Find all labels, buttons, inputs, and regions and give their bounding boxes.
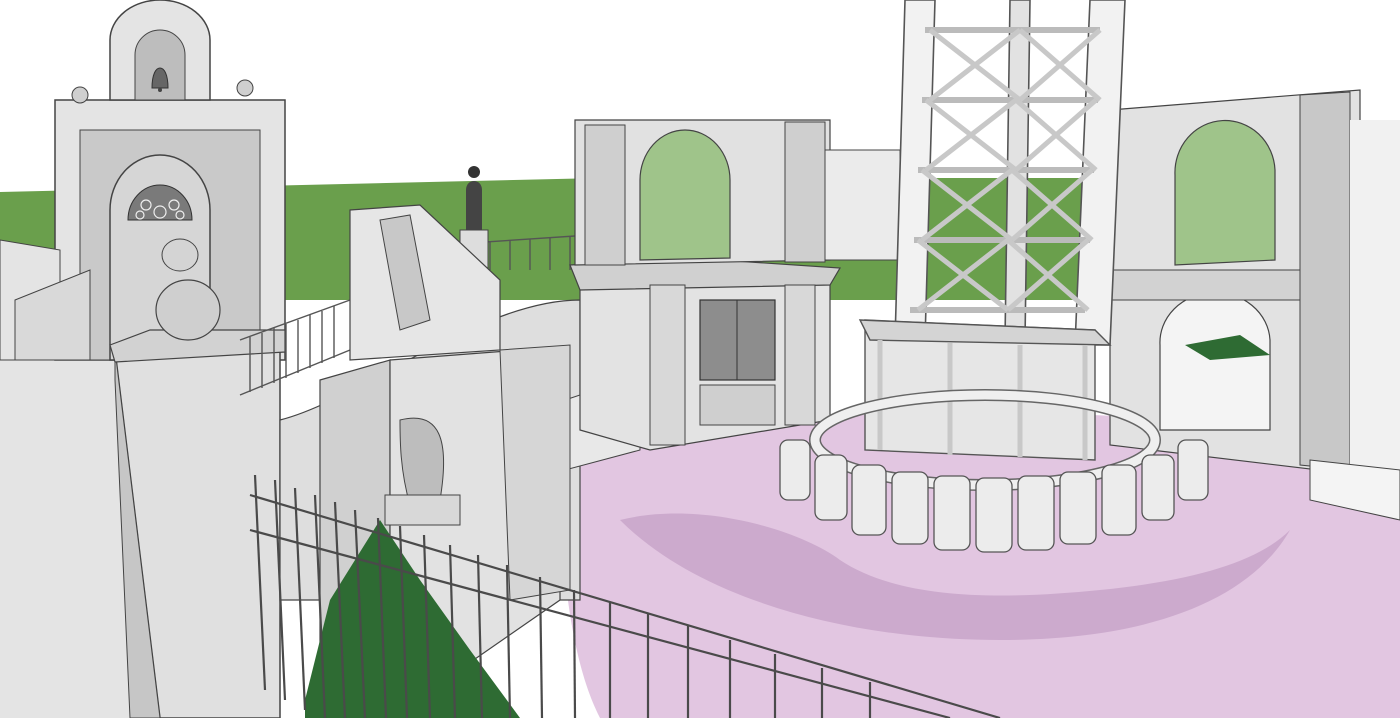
scene-render [0, 0, 1400, 718]
ticket-booth [569, 257, 842, 451]
arched-ruin-wall-right [1099, 89, 1400, 500]
